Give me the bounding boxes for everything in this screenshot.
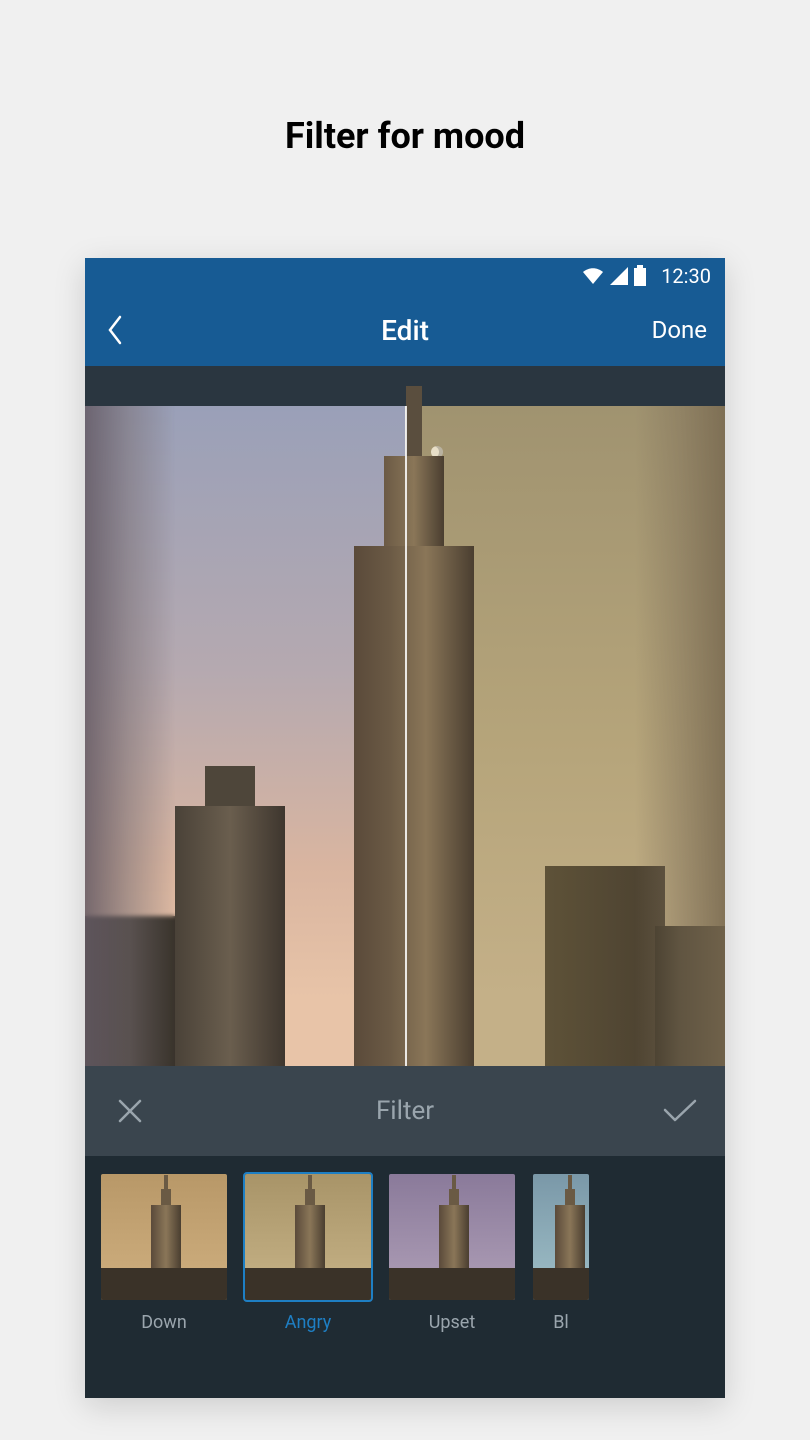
wifi-icon — [581, 266, 605, 286]
filter-cancel-button[interactable] — [85, 1066, 175, 1156]
filter-thumb-label: Bl — [553, 1312, 569, 1333]
status-bar: 12:30 — [85, 258, 725, 294]
top-bar: Edit Done — [85, 294, 725, 366]
filter-thumb[interactable]: Down — [99, 1172, 229, 1333]
phone-frame: 12:30 Edit Done Filte — [85, 258, 725, 1398]
filter-thumb[interactable]: Bl — [531, 1172, 591, 1333]
battery-icon — [633, 265, 647, 287]
filter-thumb-image — [99, 1172, 229, 1302]
close-icon — [115, 1096, 145, 1126]
filter-thumb-label: Down — [141, 1312, 187, 1333]
chevron-left-icon — [106, 315, 124, 345]
page-heading: Filter for mood — [0, 0, 810, 157]
done-button[interactable]: Done — [652, 316, 725, 344]
preview-compare — [85, 406, 725, 1066]
signal-icon — [609, 266, 629, 286]
filter-thumbnails[interactable]: adDownAngryUpsetBl — [85, 1156, 725, 1366]
filter-thumb-label: Upset — [429, 1312, 476, 1333]
back-button[interactable] — [85, 294, 145, 366]
checkmark-icon — [662, 1098, 698, 1124]
filter-confirm-button[interactable] — [635, 1066, 725, 1156]
compare-divider[interactable] — [405, 406, 407, 1066]
screen-title: Edit — [381, 314, 429, 347]
filter-section-label: Filter — [376, 1096, 434, 1126]
filter-thumb-label: Angry — [285, 1312, 332, 1333]
photo-preview[interactable] — [85, 366, 725, 1066]
filter-thumb-image — [243, 1172, 373, 1302]
status-time: 12:30 — [661, 264, 711, 288]
filter-thumb[interactable]: Angry — [243, 1172, 373, 1333]
filter-action-row: Filter — [85, 1066, 725, 1156]
status-icons — [581, 265, 647, 287]
filter-thumb[interactable]: Upset — [387, 1172, 517, 1333]
filter-thumb-image — [531, 1172, 591, 1302]
filter-thumb-image — [387, 1172, 517, 1302]
